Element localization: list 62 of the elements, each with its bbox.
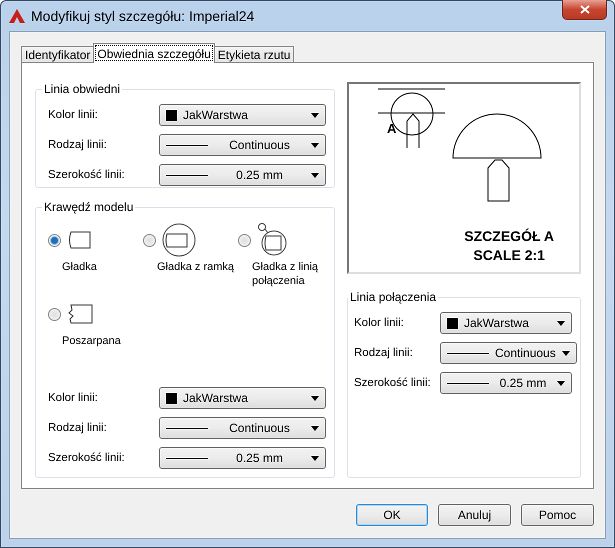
- preview-caption: SZCZEGÓŁ A: [464, 227, 554, 246]
- field-label: Kolor linii:: [48, 392, 99, 404]
- field-label: Szerokość linii:: [48, 452, 126, 464]
- dropdown-arrow-icon: [311, 112, 319, 118]
- radio-button[interactable]: [48, 234, 61, 246]
- dialog-button[interactable]: Anuluj: [438, 504, 511, 526]
- group-title: Linia połączenia: [349, 290, 438, 304]
- field-label: Rodzaj linii:: [354, 347, 414, 360]
- line-sample-icon: [447, 352, 489, 354]
- radio-button[interactable]: [48, 308, 61, 320]
- field-label: Szerokość linii:: [354, 377, 432, 390]
- color-swatch-icon: [166, 110, 177, 120]
- detail-drawing: A: [349, 84, 571, 219]
- field-label: Rodzaj linii:: [48, 422, 108, 434]
- color-dropdown[interactable]: JakWarstwa: [159, 104, 326, 126]
- linetype-dropdown[interactable]: 0.25 mm: [440, 372, 572, 394]
- dropdown-arrow-icon: [311, 396, 319, 400]
- dropdown-arrow-icon: [557, 380, 565, 386]
- group-title: Krawędź modelu: [43, 200, 134, 214]
- connected-edge-icon: [257, 223, 287, 257]
- option-label: Gładka: [61, 260, 98, 274]
- dropdown-arrow-icon: [311, 426, 319, 430]
- dropdown-arrow-icon: [311, 172, 319, 178]
- linetype-dropdown[interactable]: Continuous: [440, 342, 577, 364]
- line-sample-icon: [166, 174, 208, 176]
- framed-edge-icon: [162, 223, 196, 257]
- jagged-edge-icon: [67, 304, 93, 324]
- smooth-edge-icon: [67, 231, 91, 249]
- line-sample-icon: [166, 144, 208, 146]
- color-dropdown[interactable]: JakWarstwa: [440, 312, 572, 334]
- field-label: Kolor linii:: [48, 109, 99, 121]
- window-title: Modyfikuj styl szczegółu: Imperial24: [31, 8, 254, 24]
- option-label: Poszarpana: [61, 334, 122, 348]
- preview-caption: SCALE 2:1: [473, 246, 545, 265]
- app-logo-icon: [9, 9, 25, 23]
- tab[interactable]: Obwiednia szczegółu: [93, 43, 215, 63]
- line-sample-icon: [447, 382, 489, 384]
- dropdown-arrow-icon: [557, 320, 565, 326]
- field-label: Szerokość linii:: [48, 169, 126, 181]
- dialog-button[interactable]: Pomoc: [521, 504, 594, 526]
- radio-button[interactable]: [238, 234, 251, 246]
- linetype-dropdown[interactable]: 0.25 mm: [159, 164, 326, 186]
- linetype-dropdown[interactable]: Continuous: [159, 134, 326, 156]
- color-swatch-icon: [447, 318, 458, 329]
- field-label: Rodzaj linii:: [48, 139, 108, 151]
- close-button[interactable]: [562, 0, 607, 20]
- option-label: Gładka z ramką: [156, 260, 236, 274]
- dropdown-arrow-icon: [562, 350, 570, 356]
- dropdown-arrow-icon: [311, 456, 319, 460]
- field-label: Kolor linii:: [354, 317, 405, 330]
- color-swatch-icon: [166, 392, 177, 404]
- radio-button[interactable]: [143, 234, 156, 246]
- tab[interactable]: Identyfikator: [21, 46, 94, 63]
- linetype-dropdown[interactable]: Continuous: [159, 417, 326, 439]
- dialog-button[interactable]: OK: [356, 504, 428, 526]
- tab[interactable]: Etykieta rzutu: [214, 46, 294, 63]
- group-title: Linia obwiedni: [43, 82, 122, 96]
- dropdown-arrow-icon: [311, 142, 319, 148]
- option-label: Gładka z linią połączenia: [251, 260, 320, 288]
- linetype-dropdown[interactable]: 0.25 mm: [159, 447, 326, 469]
- color-dropdown[interactable]: JakWarstwa: [159, 387, 326, 409]
- close-icon: [580, 5, 590, 14]
